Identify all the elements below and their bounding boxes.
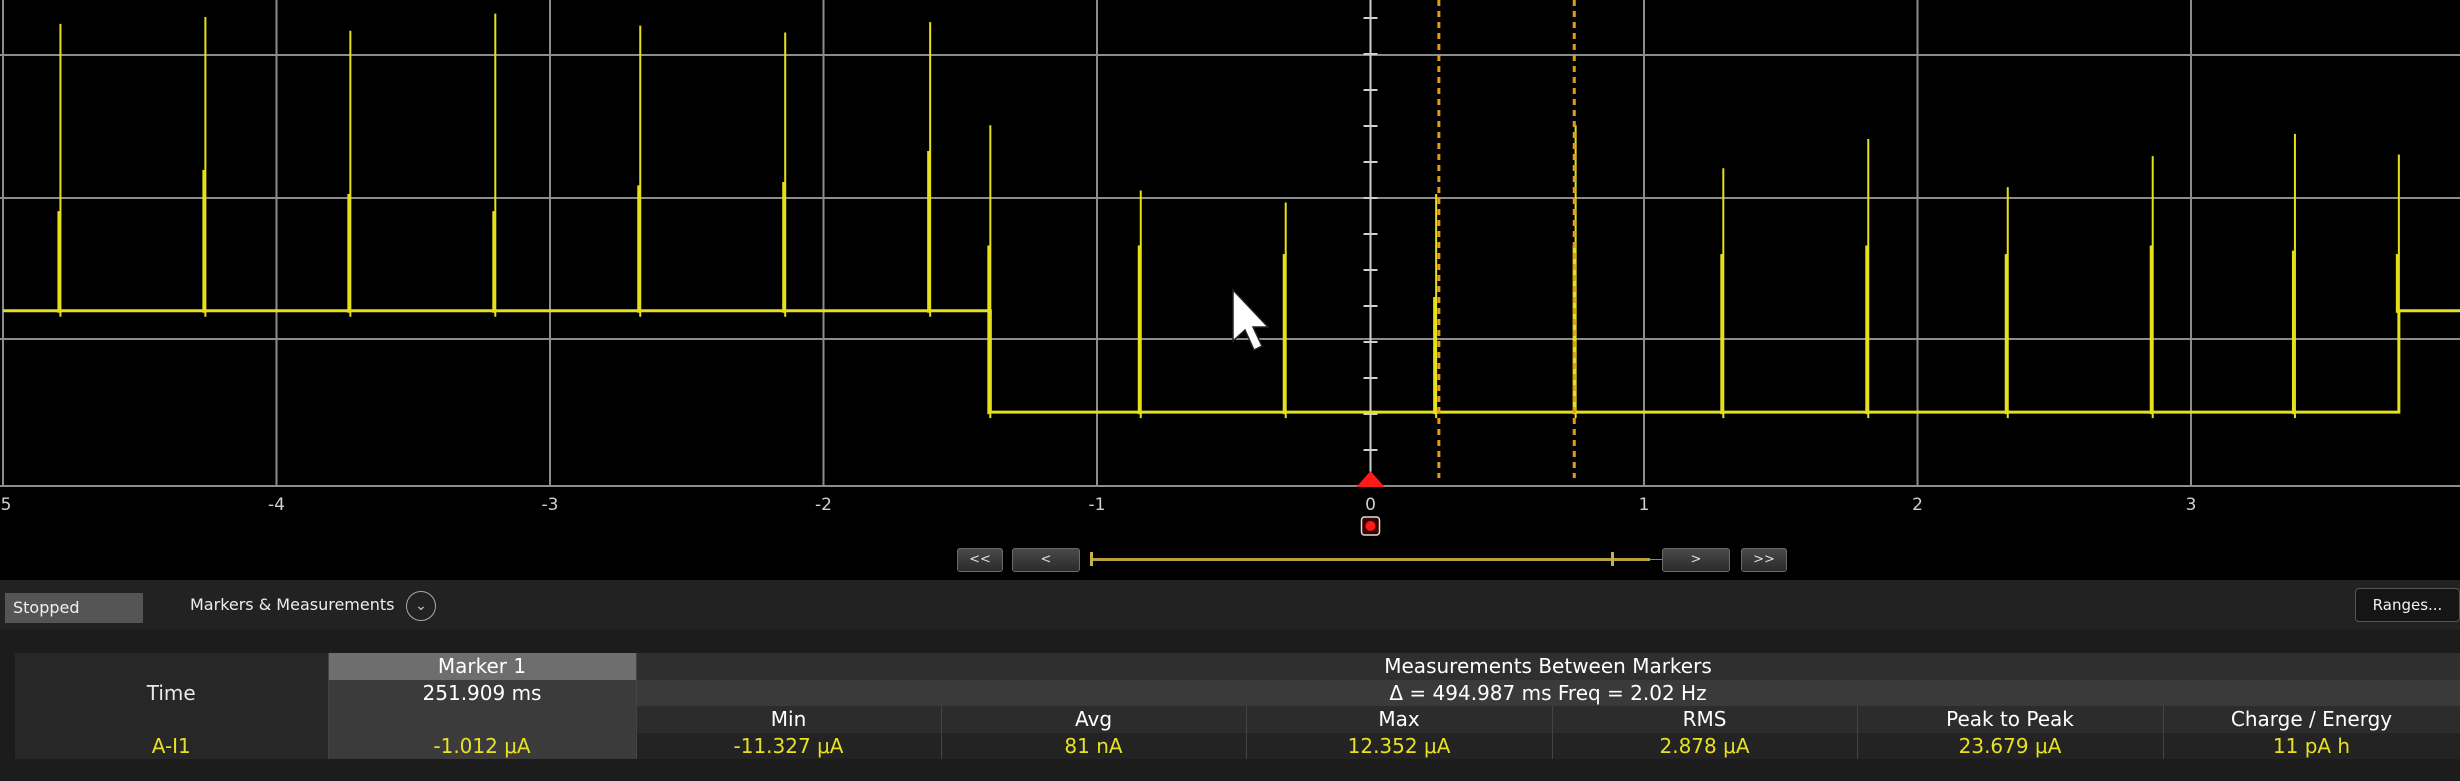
column-header-peak-to-peak: Peak to Peak [1857, 706, 2164, 733]
ranges-button[interactable]: Ranges... [2355, 588, 2460, 622]
measurements-header: Measurements Between Markers [636, 653, 2460, 680]
marker-1-header[interactable]: Marker 1 [328, 653, 637, 680]
channel-label: A-I1 [15, 732, 329, 759]
scroll-last-button[interactable]: >> [1741, 548, 1787, 572]
trigger-marker-icon[interactable] [1356, 471, 1385, 487]
x-tick-labels: 5 -4 -3 -2 -1 0 1 2 3 [1, 495, 2197, 515]
scroll-next-button[interactable]: > [1662, 548, 1730, 572]
mouse-cursor-icon [1232, 288, 1270, 352]
value-avg: 81 nA [941, 732, 1247, 759]
column-header-avg: Avg [941, 706, 1247, 733]
time-row-label: Time [15, 679, 329, 706]
status-badge: Stopped [5, 593, 143, 623]
x-tick-label: 1 [1639, 495, 1650, 515]
table-row: Marker 1 Measurements Between Markers [15, 653, 2460, 680]
value-min: -11.327 μA [636, 732, 942, 759]
delta-freq-readout: Δ = 494.987 ms Freq = 2.02 Hz [636, 679, 2460, 706]
bottom-panel: Stopped Markers & Measurements ⌄ Ranges.… [0, 580, 2460, 781]
waveform-trace [3, 13, 2460, 419]
marker-1-time: 251.909 ms [328, 679, 637, 706]
value-peak-to-peak: 23.679 μA [1857, 732, 2164, 759]
navigator-right-handle[interactable] [1611, 552, 1614, 566]
trace-baseline [3, 309, 2460, 414]
column-header-min: Min [636, 706, 942, 733]
x-tick-label: -3 [542, 495, 559, 515]
marker-lines[interactable] [1437, 0, 1576, 478]
x-tick-label: 0 [1365, 495, 1376, 515]
column-header-max: Max [1246, 706, 1553, 733]
value-rms: 2.878 μA [1552, 732, 1858, 759]
blank-cell [328, 706, 637, 733]
status-bar: Stopped Markers & Measurements ⌄ Ranges.… [0, 580, 2460, 630]
markers-measurements-label[interactable]: Markers & Measurements [190, 595, 394, 614]
blank-cell [15, 706, 329, 733]
table-row: Time 251.909 ms Δ = 494.987 ms Freq = 2.… [15, 679, 2460, 706]
marker-1-value: -1.012 μA [328, 732, 637, 759]
x-tick-label: 2 [1912, 495, 1923, 515]
x-tick-label: -1 [1089, 495, 1106, 515]
column-header-charge-energy: Charge / Energy [2163, 706, 2460, 733]
scroll-first-button[interactable]: << [957, 548, 1003, 572]
x-tick-label: 3 [2186, 495, 2197, 515]
navigator-window-bar[interactable] [1090, 558, 1650, 561]
add-marker-icon-dot [1365, 521, 1376, 531]
scroll-prev-button[interactable]: < [1012, 548, 1080, 572]
timeline-navigator: << < > >> [0, 538, 2460, 580]
table-row: A-I1 -1.012 μA -11.327 μA 81 nA 12.352 μ… [15, 732, 2460, 759]
value-charge-energy: 11 pA h [2163, 732, 2460, 759]
value-max: 12.352 μA [1246, 732, 1553, 759]
waveform-plot-svg[interactable]: 5 -4 -3 -2 -1 0 1 2 3 [0, 0, 2460, 560]
table-row: Min Avg Max RMS Peak to Peak Charge / En… [15, 706, 2460, 733]
chevron-down-icon[interactable]: ⌄ [406, 591, 436, 621]
x-tick-label: -4 [268, 495, 285, 515]
navigator-left-handle[interactable] [1090, 552, 1093, 566]
x-tick-label: -2 [815, 495, 832, 515]
corner-cell [15, 653, 329, 680]
x-tick-label: 5 [1, 495, 12, 515]
waveform-plot[interactable]: 5 -4 -3 -2 -1 0 1 2 3 [0, 0, 2460, 560]
measurements-table: Marker 1 Measurements Between Markers Ti… [15, 653, 2460, 759]
column-header-rms: RMS [1552, 706, 1858, 733]
